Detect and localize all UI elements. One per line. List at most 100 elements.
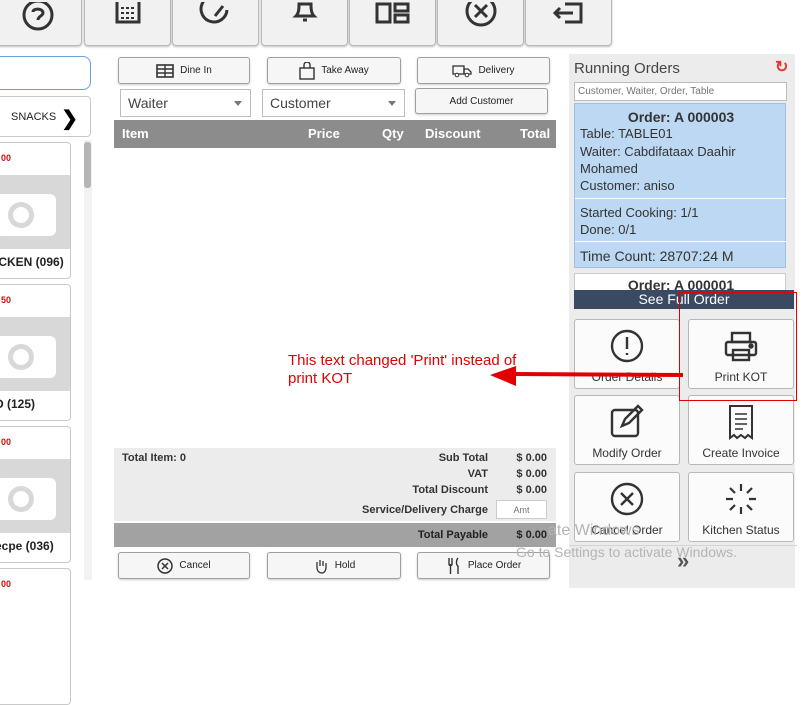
calculator-icon [115, 2, 140, 24]
menu-item-card[interactable]: 00 ecpe (036) [0, 426, 71, 563]
place-order-label: Place Order [467, 560, 522, 571]
delivery-label: Delivery [478, 65, 515, 76]
table-grid-icon [156, 63, 174, 78]
total-discount-value: $ 0.00 [516, 484, 547, 496]
menu-item-card[interactable]: 00 ICKEN (096) [0, 142, 71, 279]
cancel-button[interactable]: Cancel [118, 552, 250, 579]
item-price: 00 [1, 153, 12, 163]
order-summary: Total Item: 0 Sub Total $ 0.00 VAT $ 0.0… [114, 448, 556, 521]
order-waiter: Waiter: Cabdifataax Daahir [580, 144, 736, 159]
column-header-item: Item [122, 126, 149, 141]
annotation-text: This text changed 'Print' instead of pri… [288, 352, 548, 388]
column-header-price: Price [308, 126, 340, 141]
hold-button[interactable]: Hold [267, 552, 401, 579]
scrollbar-thumb[interactable] [84, 142, 91, 188]
column-header-total: Total [520, 126, 551, 141]
help-icon [22, 2, 54, 31]
annotation-line-2: print KOT [288, 370, 353, 387]
info-circle-icon [610, 329, 644, 363]
item-search-input[interactable] [0, 56, 91, 90]
cart-table-header: Item Price Qty Discount Total [114, 120, 556, 148]
delivery-button[interactable]: Delivery [417, 57, 550, 84]
item-price: 00 [1, 437, 12, 447]
scrollbar-track[interactable] [84, 140, 92, 580]
running-orders-search-input[interactable] [574, 82, 787, 101]
customer-select-value: Customer [270, 95, 331, 111]
dropdown-caret-icon [234, 101, 242, 106]
kitchen-status-button[interactable]: Kitchen Status [688, 472, 794, 542]
running-order-card[interactable]: Order: A 000003 Table: TABLE01 Waiter: C… [574, 103, 787, 268]
windows-watermark-line-1: ate Windows [548, 522, 640, 539]
hand-icon [316, 559, 327, 574]
dine-in-button[interactable]: Dine In [118, 57, 250, 84]
camera-icon [0, 478, 56, 520]
order-waiter-cont: Mohamed [580, 161, 638, 176]
running-orders-title: Running Orders [574, 60, 680, 77]
help-button[interactable] [0, 0, 82, 46]
order-time-count: Time Count: 28707:24 M [580, 248, 734, 264]
order-customer: Customer: aniso [580, 178, 675, 193]
divider [575, 241, 787, 242]
annotation-highlight-box [679, 292, 797, 401]
notification-button[interactable] [261, 0, 348, 46]
refresh-icon [199, 2, 228, 24]
customer-select[interactable]: Customer [262, 89, 405, 117]
service-charge-input[interactable] [496, 500, 547, 519]
add-customer-button[interactable]: Add Customer [415, 88, 548, 114]
chevron-right-icon[interactable]: ❯ [61, 106, 78, 131]
sub-total-label: Sub Total [438, 452, 488, 464]
item-name: ICKEN (096) [0, 255, 64, 269]
cancel-label: Cancel [179, 560, 211, 571]
total-payable-label: Total Payable [417, 529, 488, 541]
item-name: D (125) [0, 397, 36, 411]
windows-watermark-line-2: Go to Settings to activate Windows. [516, 544, 737, 560]
waiter-select[interactable]: Waiter [120, 89, 251, 117]
item-image-placeholder [0, 459, 70, 533]
invoice-icon [729, 405, 753, 440]
dropdown-caret-icon [388, 101, 396, 106]
close-button[interactable] [437, 0, 524, 46]
layout-icon [375, 2, 409, 24]
column-header-discount: Discount [425, 126, 481, 141]
layout-button[interactable] [349, 0, 436, 46]
total-item-count: Total Item: 0 [122, 452, 186, 464]
logout-button[interactable] [525, 0, 612, 46]
refresh-icon[interactable]: ↻ [775, 57, 788, 77]
refresh-button[interactable] [172, 0, 259, 46]
vat-label: VAT [467, 468, 488, 480]
create-invoice-label: Create Invoice [702, 446, 780, 460]
take-away-label: Take Away [321, 65, 369, 76]
waiter-select-value: Waiter [128, 95, 168, 111]
camera-icon [0, 194, 56, 236]
running-order-card-next[interactable]: Order: A 000001 [574, 273, 786, 291]
order-done: Done: 0/1 [580, 222, 637, 237]
total-payable-row: Total Payable $ 0.00 [114, 523, 556, 547]
modify-order-button[interactable]: Modify Order [574, 395, 680, 465]
item-image-placeholder [0, 175, 70, 249]
add-customer-label: Add Customer [449, 95, 514, 107]
category-label: SNACKS [11, 110, 57, 123]
cart-table-body[interactable] [114, 148, 556, 448]
calculator-button[interactable] [84, 0, 171, 46]
menu-item-card[interactable]: 00 [0, 568, 71, 705]
close-circle-icon [465, 2, 496, 27]
total-payable-value: $ 0.00 [516, 529, 547, 541]
order-started-cooking: Started Cooking: 1/1 [580, 205, 699, 220]
item-price: 00 [1, 579, 12, 589]
item-name: ecpe (036) [0, 539, 54, 553]
item-price: 50 [1, 295, 12, 305]
total-discount-label: Total Discount [412, 484, 488, 496]
menu-item-card[interactable]: 50 D (125) [0, 284, 71, 421]
annotation-line-1: This text changed 'Print' instead of [288, 352, 517, 369]
column-header-qty: Qty [382, 126, 404, 141]
item-image-placeholder [0, 317, 70, 391]
shopping-bag-icon [299, 61, 315, 80]
divider [575, 198, 787, 199]
category-tab-snacks[interactable]: SNACKS ❯ [0, 96, 91, 137]
dine-in-label: Dine In [180, 65, 212, 76]
vat-value: $ 0.00 [516, 468, 547, 480]
spinner-icon [726, 484, 756, 514]
take-away-button[interactable]: Take Away [267, 57, 401, 84]
create-invoice-button[interactable]: Create Invoice [688, 395, 794, 465]
truck-icon [452, 64, 473, 77]
